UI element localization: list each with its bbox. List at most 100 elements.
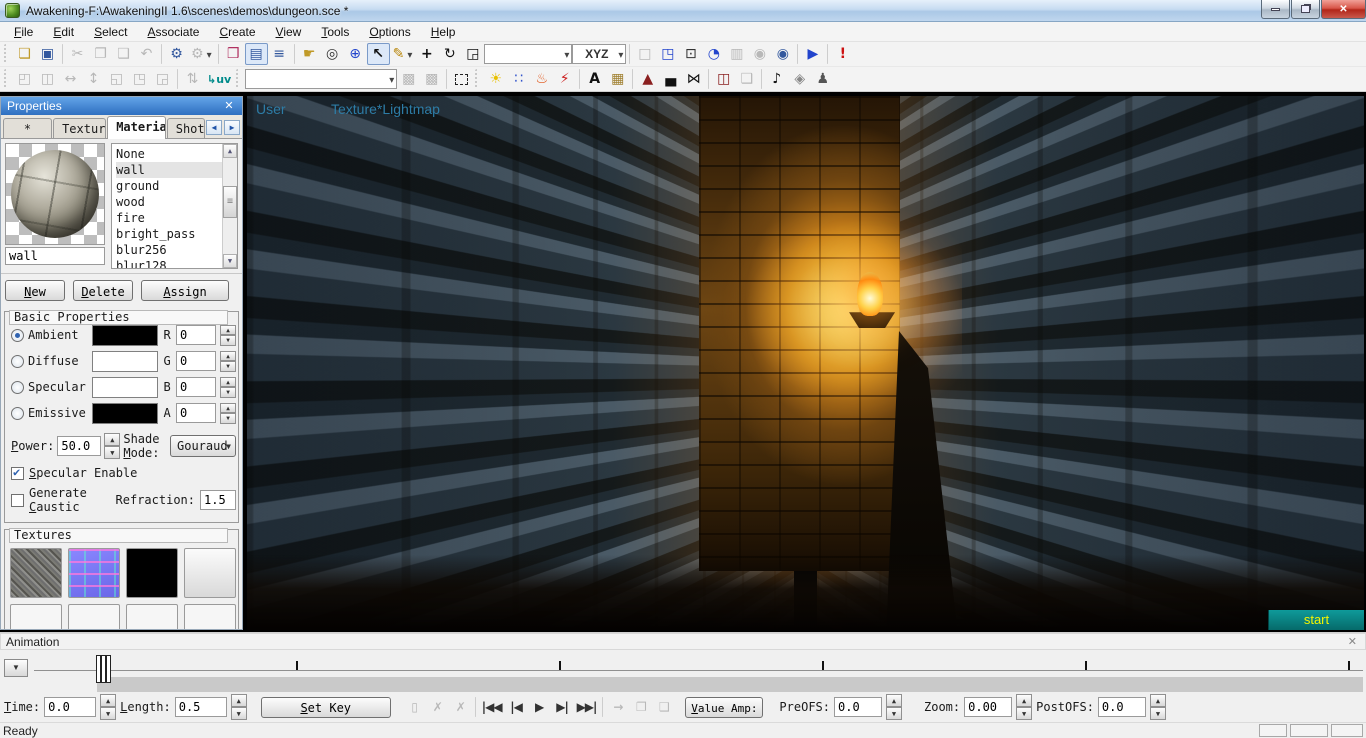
menu-item[interactable]: Tools — [311, 22, 359, 41]
texture-slot-blank[interactable] — [10, 604, 62, 630]
save-button[interactable]: ▣ — [36, 43, 59, 65]
material-item[interactable]: fire — [116, 210, 222, 226]
move-tool-button[interactable]: + — [415, 43, 438, 65]
minimize-button[interactable] — [1261, 0, 1290, 19]
material-name-input[interactable] — [5, 247, 105, 265]
spin-up-icon[interactable] — [231, 694, 247, 707]
properties-panel-header[interactable]: Properties — [1, 97, 242, 115]
spin-up-icon[interactable] — [1016, 694, 1032, 707]
rotate-tool-button[interactable]: ↻ — [438, 43, 461, 65]
scale-tool-button[interactable]: ◲ — [461, 43, 484, 65]
spin-down-icon[interactable] — [100, 707, 116, 720]
align-corner-c-button[interactable]: ◲ — [151, 68, 174, 90]
spin-up-icon[interactable] — [220, 377, 236, 388]
properties-tab[interactable]: Shot — [167, 118, 205, 138]
scene-list-button[interactable]: ≡ — [268, 43, 291, 65]
material-item[interactable]: wood — [116, 194, 222, 210]
specular-enable-checkbox[interactable] — [11, 467, 24, 480]
material-item[interactable]: None — [116, 146, 222, 162]
pan-tool-button[interactable]: ☛ — [298, 43, 321, 65]
spin-down-icon[interactable] — [220, 335, 236, 346]
create-actor-button[interactable]: ♟ — [811, 68, 834, 90]
material-item[interactable]: blur128 — [116, 258, 222, 268]
go-end-button[interactable]: ▶▶| — [574, 696, 600, 718]
animation-track-dropdown[interactable] — [4, 659, 28, 677]
copy-keys-button[interactable]: ❐ — [629, 696, 652, 718]
bounding-box-button[interactable]: □ — [633, 43, 656, 65]
menu-item[interactable]: Create — [209, 22, 265, 41]
uv-edit-button[interactable]: ↳uv — [204, 68, 234, 90]
shade-mode-select[interactable]: Gouraud — [170, 435, 236, 457]
menu-item[interactable]: Edit — [43, 22, 84, 41]
spin-down-icon[interactable] — [220, 413, 236, 424]
spin-up-icon[interactable] — [100, 694, 116, 707]
paste-keys-button[interactable]: ❑ — [652, 696, 675, 718]
render-button[interactable]: ⚙ — [165, 43, 188, 65]
selection-box-button[interactable]: ◳ — [656, 43, 679, 65]
tab-scroll-right-icon[interactable] — [224, 120, 240, 135]
spin-up-icon[interactable] — [220, 351, 236, 362]
tab-scroll-left-icon[interactable] — [206, 120, 222, 135]
length-input[interactable] — [175, 697, 227, 717]
texture-slot-black[interactable] — [126, 548, 178, 598]
new-key-button[interactable]: ▯ — [403, 696, 426, 718]
close-properties-icon[interactable] — [222, 99, 236, 113]
menu-item[interactable]: Options — [359, 22, 420, 41]
properties-tab[interactable]: Material — [107, 116, 166, 139]
menu-item[interactable]: View — [266, 22, 312, 41]
anim-range-button[interactable]: ◔ — [702, 43, 725, 65]
texture-slot-normalmap[interactable] — [68, 548, 120, 598]
material-list-scrollbar[interactable] — [222, 144, 237, 268]
material-item[interactable]: wall — [116, 162, 222, 178]
align-corner-b-button[interactable]: ◳ — [128, 68, 151, 90]
spin-up-icon[interactable] — [104, 433, 120, 446]
create-occluder-button[interactable]: ❑ — [735, 68, 758, 90]
delete-material-button[interactable]: Delete — [73, 280, 133, 301]
paste-button[interactable]: ❑ — [112, 43, 135, 65]
color-swatch[interactable] — [92, 377, 158, 398]
next-frame-button[interactable]: ▶| — [551, 696, 574, 718]
channel-value-input[interactable] — [176, 377, 216, 397]
snap-angle-button[interactable]: ▩ — [420, 68, 443, 90]
spin-up-icon[interactable] — [1150, 694, 1166, 707]
run-game-button[interactable]: ! — [831, 43, 854, 65]
spin-down-icon[interactable] — [220, 361, 236, 372]
snap-grid-button[interactable]: ▩ — [397, 68, 420, 90]
channel-radio[interactable] — [11, 329, 24, 342]
texture-slot-blank[interactable] — [68, 604, 120, 630]
time-input[interactable] — [44, 697, 96, 717]
select-tool-button[interactable]: ↖ — [367, 43, 390, 65]
properties-button[interactable]: ▤ — [245, 43, 268, 65]
show-object-button[interactable]: ◉ — [771, 43, 794, 65]
zoom-tool-button[interactable]: ◎ — [321, 43, 344, 65]
menu-item[interactable]: Associate — [137, 22, 209, 41]
power-input[interactable] — [57, 436, 101, 456]
scroll-thumb[interactable] — [223, 186, 237, 218]
axis-constraint-combo[interactable]: XYZ — [572, 44, 626, 64]
viewport-render-mode-label[interactable]: Texture*Lightmap — [331, 101, 440, 117]
edit-tool-button[interactable]: ✎ — [390, 43, 416, 65]
spin-up-icon[interactable] — [886, 694, 902, 707]
create-text-button[interactable]: A — [583, 68, 606, 90]
timeline-track[interactable] — [34, 670, 1363, 671]
spin-down-icon[interactable] — [886, 707, 902, 720]
start-button[interactable]: start — [1268, 610, 1364, 630]
spin-down-icon[interactable] — [231, 707, 247, 720]
play-button[interactable]: ▶ — [528, 696, 551, 718]
spin-down-icon[interactable] — [220, 387, 236, 398]
close-animation-icon[interactable] — [1348, 635, 1357, 648]
goto-frame-button[interactable]: → — [606, 696, 629, 718]
spin-down-icon[interactable] — [1150, 707, 1166, 720]
spin-down-icon[interactable] — [1016, 707, 1032, 720]
play-scene-button[interactable]: ▶ — [801, 43, 824, 65]
object-combo[interactable] — [245, 69, 397, 89]
scroll-up-icon[interactable] — [223, 144, 237, 158]
texture-slot-blank[interactable] — [126, 604, 178, 630]
spin-up-icon[interactable] — [220, 325, 236, 336]
menu-item[interactable]: Help — [421, 22, 466, 41]
render-options-button[interactable]: ⚙ — [188, 43, 215, 65]
snap-combo[interactable] — [484, 44, 572, 64]
channel-radio[interactable] — [11, 407, 24, 420]
create-terrain-button[interactable]: ▲ — [636, 68, 659, 90]
new-material-button[interactable]: New — [5, 280, 65, 301]
